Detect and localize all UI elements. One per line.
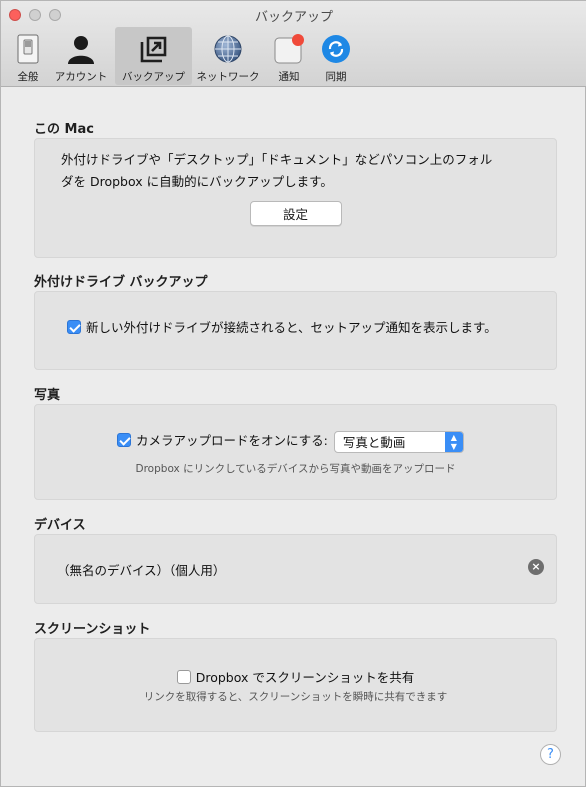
external-drive-checkbox-label[interactable]: 新しい外付けドライブが接続されると、セットアップ通知を表示します。 [86, 320, 497, 335]
toolbar: バックアップ 全般 アカウント バックアップ ネットワーク 通知 同期 [1, 1, 586, 87]
camera-upload-row: カメラアップロードをオンにする: 写真と動画 ▲ ▼ [117, 430, 464, 453]
settings-button[interactable]: 設定 [249, 201, 342, 226]
sync-icon [321, 33, 351, 65]
tab-network[interactable]: ネットワーク [192, 27, 264, 85]
description-line: 外付けドライブや「デスクトップ」「ドキュメント」などパソコン上のフォル [61, 152, 493, 167]
tab-general[interactable]: 全般 [9, 27, 47, 85]
tab-sync[interactable]: 同期 [314, 27, 358, 85]
chevron-up-down-icon: ▲ ▼ [444, 431, 463, 452]
backup-icon [138, 33, 170, 65]
general-switch-icon [17, 33, 39, 65]
window-title: バックアップ [254, 10, 333, 25]
tab-label: 全般 [17, 71, 39, 83]
preferences-window: バックアップ 全般 アカウント バックアップ ネットワーク 通知 同期 この M… [0, 0, 586, 787]
screenshot-share-hint: リンクを取得すると、スクリーンショットを瞬時に共有できます [143, 691, 448, 703]
notification-icon [273, 33, 305, 65]
screenshot-share-row: Dropbox でスクリーンショットを共有 [35, 667, 556, 686]
network-globe-icon [213, 33, 243, 65]
tab-account[interactable]: アカウント [47, 27, 115, 85]
description-line: ダを Dropbox に自動的にバックアップします。 [61, 174, 333, 189]
this-mac-description: 外付けドライブや「デスクトップ」「ドキュメント」などパソコン上のフォル ダを D… [61, 149, 492, 193]
section-title-this-mac: この Mac [34, 122, 94, 137]
tab-label: バックアップ [122, 71, 185, 83]
device-name: （無名のデバイス）（個人用） [57, 563, 226, 578]
tab-label: 通知 [278, 71, 300, 83]
screenshots-panel: Dropbox でスクリーンショットを共有 リンクを取得すると、スクリーンショッ… [34, 638, 557, 732]
section-title-devices: デバイス [34, 518, 86, 533]
section-title-external-drive: 外付けドライブ バックアップ [34, 275, 208, 290]
camera-upload-checkbox-label[interactable]: カメラアップロードをオンにする: [136, 433, 328, 448]
camera-upload-select-value: 写真と動画 [342, 435, 406, 450]
help-button[interactable]: ? [540, 744, 561, 765]
tab-label: 同期 [325, 71, 347, 83]
tab-backup[interactable]: バックアップ [115, 27, 192, 85]
external-drive-panel: 新しい外付けドライブが接続されると、セットアップ通知を表示します。 [34, 291, 557, 370]
external-drive-row: 新しい外付けドライブが接続されると、セットアップ通知を表示します。 [67, 317, 497, 336]
camera-upload-checkbox[interactable] [117, 433, 131, 447]
account-person-icon [65, 33, 97, 65]
photos-panel: カメラアップロードをオンにする: 写真と動画 ▲ ▼ Dropbox にリンクして… [34, 404, 557, 500]
screenshot-share-checkbox-label[interactable]: Dropbox でスクリーンショットを共有 [196, 670, 415, 685]
devices-panel: （無名のデバイス）（個人用） × [34, 534, 557, 604]
tab-notifications[interactable]: 通知 [264, 27, 314, 85]
screenshot-share-checkbox[interactable] [176, 670, 191, 684]
section-title-photos: 写真 [34, 388, 61, 403]
this-mac-panel: 外付けドライブや「デスクトップ」「ドキュメント」などパソコン上のフォル ダを D… [34, 138, 557, 258]
section-title-screenshots: スクリーンショット [34, 622, 151, 637]
remove-device-icon[interactable]: × [528, 559, 544, 575]
tab-label: ネットワーク [196, 71, 260, 83]
external-drive-checkbox[interactable] [67, 320, 81, 334]
camera-upload-select[interactable]: 写真と動画 ▲ ▼ [333, 430, 464, 453]
camera-upload-hint: Dropbox にリンクしているデバイスから写真や動画をアップロード [135, 463, 456, 475]
preferences-tabs: 全般 アカウント バックアップ ネットワーク 通知 同期 [9, 27, 358, 85]
tab-label: アカウント [54, 71, 108, 83]
